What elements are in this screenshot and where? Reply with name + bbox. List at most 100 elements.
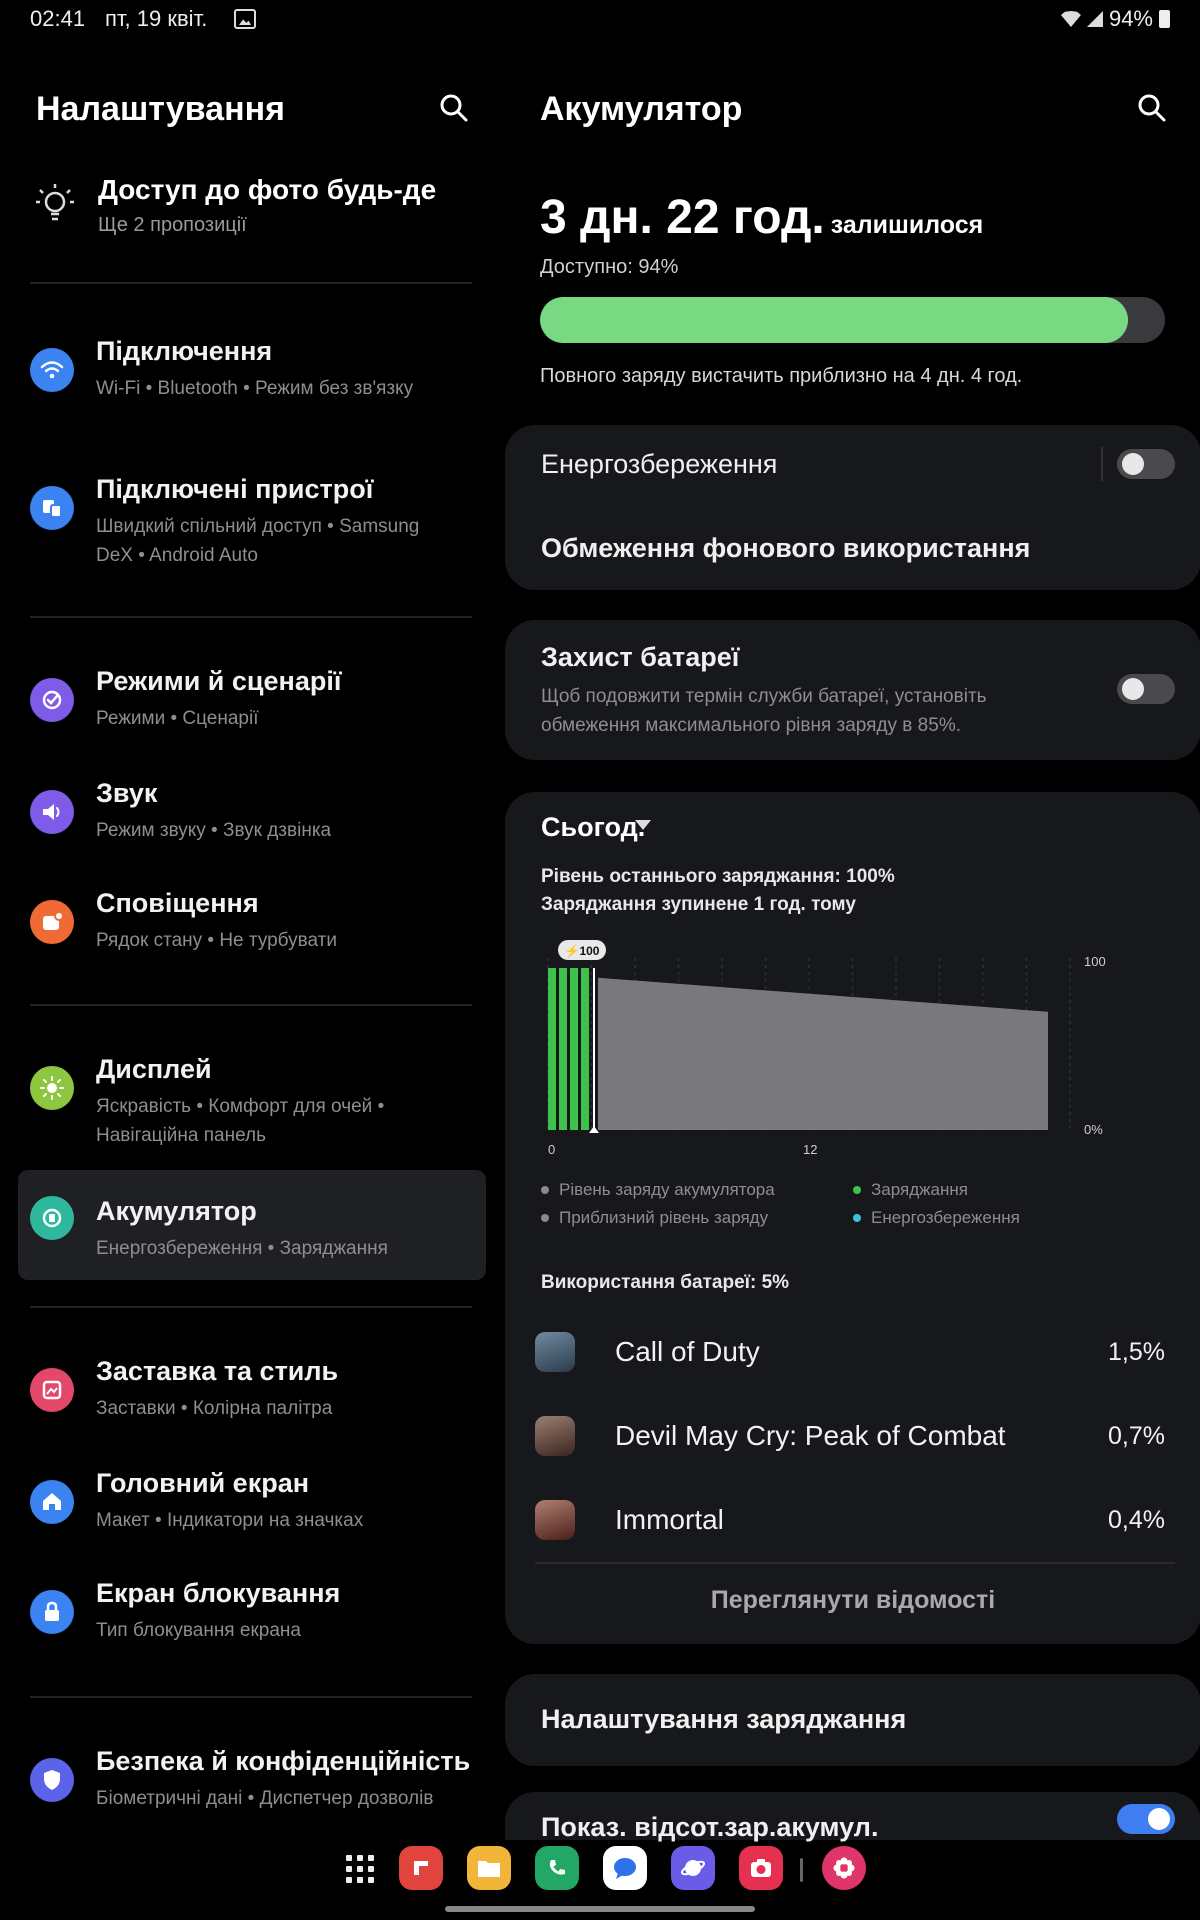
legend-label: Рівень заряду акумулятора bbox=[559, 1180, 775, 1199]
background-limits-item[interactable]: Обмеження фонового використання bbox=[541, 533, 1030, 564]
shield-icon bbox=[30, 1758, 74, 1802]
battery-protection-toggle[interactable] bbox=[1117, 674, 1175, 704]
devil-may-cry-icon bbox=[535, 1416, 575, 1456]
charge-stopped-note: Заряджання зупинене 1 год. тому bbox=[541, 894, 856, 915]
home-icon bbox=[30, 1480, 74, 1524]
apps-grid-icon[interactable] bbox=[346, 1855, 374, 1883]
settings-item-battery[interactable]: Акумулятор Енергозбереження • Заряджання bbox=[18, 1170, 486, 1280]
settings-item-connected-devices[interactable]: Підключені пристрої Швидкий спільний дос… bbox=[18, 468, 486, 578]
devices-icon bbox=[30, 486, 74, 530]
charging-bar bbox=[581, 968, 589, 1130]
power-card: Енергозбереження Обмеження фонового вико… bbox=[505, 425, 1200, 590]
settings-item-title: Головний екран bbox=[96, 1468, 310, 1498]
divider bbox=[30, 1696, 472, 1698]
dropdown-arrow-icon[interactable] bbox=[635, 820, 651, 830]
settings-item-connections[interactable]: Підключення Wi-Fi • Bluetooth • Режим бе… bbox=[18, 330, 486, 440]
battery-title: Акумулятор bbox=[540, 90, 743, 128]
wallpaper-icon bbox=[30, 1368, 74, 1412]
settings-item-title: Режими й сценарії bbox=[96, 666, 342, 696]
app-usage-row[interactable]: Devil May Cry: Peak of Combat 0,7% bbox=[535, 1406, 1175, 1466]
dock-separator bbox=[800, 1858, 803, 1882]
x-tick-label: 0 bbox=[548, 1142, 555, 1157]
legend-estimated: Приблизний рівень заряду bbox=[541, 1208, 768, 1228]
full-charge-note: Повного заряду вистачить приблизно на 4 … bbox=[540, 365, 1023, 387]
settings-item-subtitle: Режим звуку • Звук дзвінка bbox=[96, 820, 332, 841]
search-icon[interactable] bbox=[438, 92, 470, 124]
settings-item-security[interactable]: Безпека й конфіденційність Біометричні д… bbox=[18, 1740, 486, 1840]
tip-title: Доступ до фото будь-де bbox=[98, 174, 437, 205]
files-app-icon[interactable] bbox=[467, 1846, 511, 1890]
battery-protection-card[interactable]: Захист батареї Щоб подовжити термін служ… bbox=[505, 620, 1200, 760]
app-usage-row[interactable]: Call of Duty 1,5% bbox=[535, 1322, 1175, 1382]
y-tick-label: 100 bbox=[1084, 954, 1106, 969]
battery-status-icon bbox=[1159, 10, 1170, 28]
messages-app-icon[interactable] bbox=[603, 1846, 647, 1890]
charge-end-marker-arrow bbox=[589, 1126, 599, 1133]
camera-app-icon[interactable] bbox=[739, 1846, 783, 1890]
divider bbox=[30, 282, 472, 284]
settings-item-title: Безпека й конфіденційність bbox=[96, 1746, 471, 1776]
signal-icon bbox=[1086, 11, 1103, 27]
app-name: Call of Duty bbox=[615, 1336, 760, 1367]
settings-item-title: Звук bbox=[96, 778, 158, 808]
show-percentage-card[interactable]: Показ. відсот.зар.акумул. bbox=[505, 1792, 1200, 1842]
settings-item-modes[interactable]: Режими й сценарії Режими • Сценарії bbox=[18, 660, 486, 750]
settings-item-sound[interactable]: Звук Режим звуку • Звук дзвінка bbox=[18, 772, 486, 862]
app-usage-row[interactable]: Immortal 0,4% bbox=[535, 1490, 1175, 1550]
battery-level-bar bbox=[540, 297, 1165, 343]
settings-item-notifications[interactable]: Сповіщення Рядок стану • Не турбувати bbox=[18, 882, 486, 972]
lock-icon bbox=[30, 1590, 74, 1634]
lightbulb-icon bbox=[36, 184, 74, 221]
charging-bar bbox=[570, 968, 578, 1130]
show-percentage-toggle[interactable] bbox=[1117, 1804, 1175, 1834]
peak-label: ⚡100 bbox=[565, 944, 600, 958]
remaining-time-value: 3 дн. 22 год. bbox=[540, 191, 825, 244]
legend-dot bbox=[541, 1214, 549, 1222]
app-name: Devil May Cry: Peak of Combat bbox=[615, 1420, 1006, 1451]
power-saving-toggle[interactable] bbox=[1117, 449, 1175, 479]
status-battery-percent: 94% bbox=[1108, 6, 1153, 31]
remaining-time-suffix: залишилося bbox=[830, 211, 984, 239]
settings-item-home-screen[interactable]: Головний екран Макет • Індикатори на зна… bbox=[18, 1462, 486, 1552]
battery-chart-svg: ⚡100 100 0% 0 12 bbox=[547, 940, 1106, 1157]
view-details-button[interactable]: Переглянути відомості bbox=[505, 1586, 1200, 1615]
settings-item-title: Сповіщення bbox=[96, 888, 259, 918]
settings-title: Налаштування bbox=[36, 90, 285, 128]
period-selector[interactable]: Сьогод. bbox=[541, 812, 645, 843]
status-date: пт, 19 квіт. bbox=[105, 6, 208, 31]
flipboard-app-icon[interactable] bbox=[399, 1846, 443, 1890]
tip-photos-anywhere[interactable]: Доступ до фото будь-де Ще 2 пропозиції bbox=[30, 170, 470, 250]
power-saving-label[interactable]: Енергозбереження bbox=[541, 449, 777, 480]
charging-settings-card[interactable]: Налаштування заряджання bbox=[505, 1674, 1200, 1766]
divider bbox=[30, 1004, 472, 1006]
phone-app-icon[interactable] bbox=[535, 1846, 579, 1890]
internet-app-icon[interactable] bbox=[671, 1846, 715, 1890]
home-indicator[interactable] bbox=[445, 1906, 755, 1912]
available-percent: Доступно: 94% bbox=[540, 256, 679, 278]
legend-saving: Енергозбереження bbox=[853, 1208, 1020, 1228]
settings-item-lock-screen[interactable]: Екран блокування Тип блокування екрана bbox=[18, 1572, 486, 1662]
settings-item-wallpaper[interactable]: Заставка та стиль Заставки • Колірна пал… bbox=[18, 1350, 486, 1440]
battery-level-fill bbox=[540, 297, 1128, 343]
settings-item-subtitle: Тип блокування екрана bbox=[96, 1620, 301, 1641]
blossom-app-icon[interactable] bbox=[822, 1846, 866, 1890]
battery-icon bbox=[30, 1196, 74, 1240]
settings-item-subtitle: Швидкий спільний доступ • Samsung DeX • … bbox=[96, 516, 420, 566]
settings-item-subtitle: Біометричні дані • Диспетчер дозволів bbox=[96, 1788, 434, 1809]
settings-item-subtitle: Режими • Сценарії bbox=[96, 708, 259, 729]
settings-item-display[interactable]: Дисплей Яскравість • Комфорт для очей • … bbox=[18, 1048, 486, 1158]
divider bbox=[30, 1306, 472, 1308]
usage-card: Сьогод. Рівень останнього заряджання: 10… bbox=[505, 792, 1200, 1644]
taskbar bbox=[0, 1840, 1200, 1920]
legend-dot bbox=[853, 1214, 861, 1222]
remaining-time: 3 дн. 22 год. залишилося bbox=[540, 190, 983, 245]
notifications-icon bbox=[30, 900, 74, 944]
settings-panel: Налаштування Доступ до фото будь-де Ще 2… bbox=[0, 60, 500, 1840]
divider bbox=[535, 1562, 1175, 1564]
settings-item-subtitle: Макет • Індикатори на значках bbox=[96, 1510, 364, 1531]
settings-item-title: Акумулятор bbox=[96, 1196, 257, 1226]
app-percent: 0,4% bbox=[1108, 1506, 1165, 1534]
legend-label: Енергозбереження bbox=[871, 1208, 1020, 1227]
status-bar: 02:41 пт, 19 квіт. 94% bbox=[0, 0, 1200, 40]
search-icon[interactable] bbox=[1136, 92, 1168, 124]
